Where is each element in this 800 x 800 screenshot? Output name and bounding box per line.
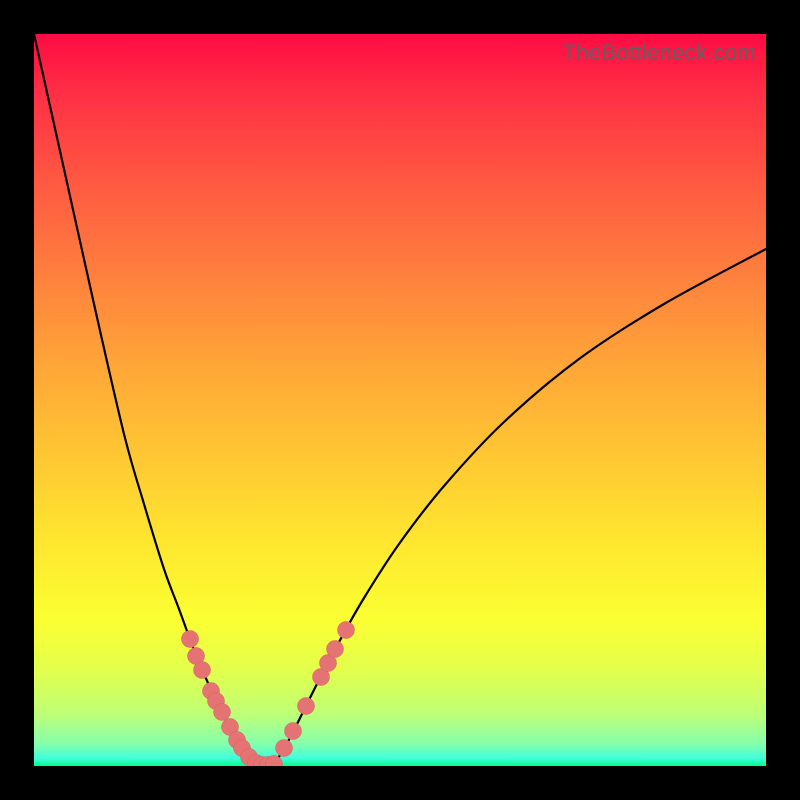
data-marker bbox=[338, 622, 355, 639]
data-marker bbox=[182, 631, 199, 648]
chart-svg bbox=[34, 34, 766, 766]
data-marker bbox=[298, 698, 315, 715]
data-marker bbox=[194, 662, 211, 679]
chart-container: TheBottleneck.com bbox=[0, 0, 800, 800]
data-marker bbox=[327, 641, 344, 658]
curve-lines bbox=[34, 34, 766, 765]
data-marker bbox=[214, 704, 231, 721]
data-markers bbox=[182, 622, 355, 767]
curve-right-curve bbox=[274, 249, 766, 764]
plot-area: TheBottleneck.com bbox=[34, 34, 766, 766]
data-marker bbox=[285, 723, 302, 740]
curve-left-curve bbox=[34, 34, 256, 764]
data-marker bbox=[276, 740, 293, 757]
